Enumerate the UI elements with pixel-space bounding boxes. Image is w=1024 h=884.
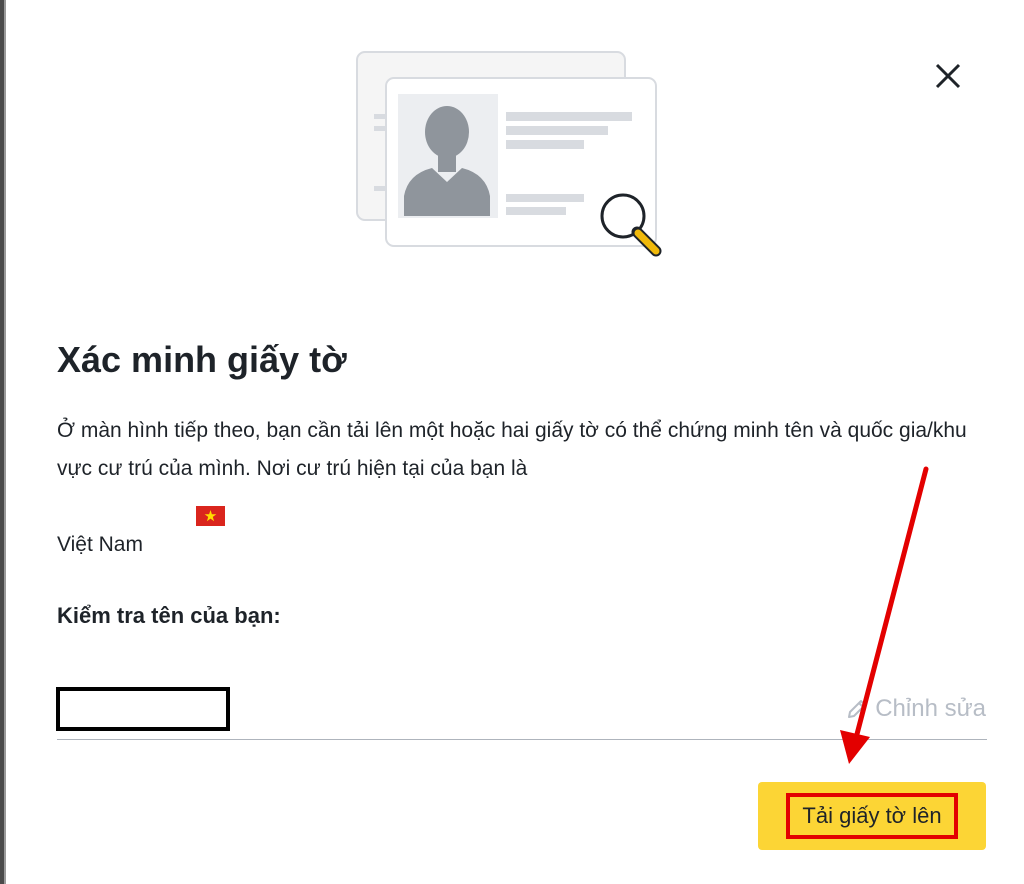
dialog-title: Xác minh giấy tờ bbox=[57, 339, 347, 380]
id-card-illustration bbox=[356, 51, 662, 257]
window-edge-shadow bbox=[4, 0, 6, 884]
name-divider bbox=[57, 739, 987, 740]
residence-country: Việt Nam bbox=[57, 533, 143, 556]
dialog-description: Ở màn hình tiếp theo, bạn cần tải lên mộ… bbox=[57, 419, 967, 480]
pencil-icon bbox=[848, 700, 867, 718]
name-section-label: Kiểm tra tên của bạn: bbox=[57, 603, 281, 628]
upload-button-label: Tải giấy tờ lên bbox=[786, 793, 958, 839]
edit-label: Chỉnh sửa bbox=[875, 695, 986, 722]
upload-documents-button[interactable]: Tải giấy tờ lên bbox=[758, 782, 986, 850]
redacted-name bbox=[56, 687, 230, 731]
close-button[interactable] bbox=[928, 56, 968, 96]
vietnam-flag-icon bbox=[196, 506, 225, 526]
verification-dialog: Xác minh giấy tờ Ở màn hình tiếp theo, b… bbox=[0, 0, 1024, 884]
close-icon bbox=[935, 63, 961, 89]
edit-name-button[interactable]: Chỉnh sửa bbox=[845, 692, 986, 726]
